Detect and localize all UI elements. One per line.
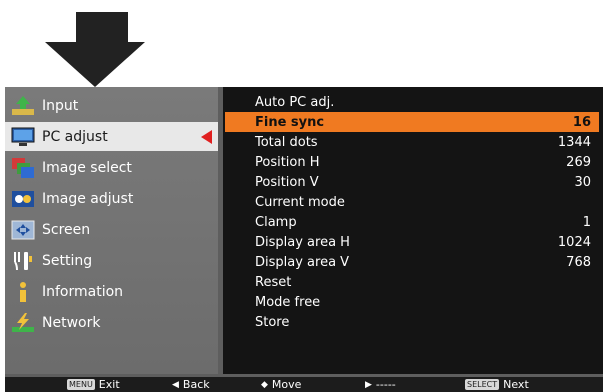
- setting-row-total-dots[interactable]: Total dots 1344: [225, 132, 599, 152]
- setting-label: Reset: [255, 274, 292, 290]
- menu-item-pc-adjust[interactable]: PC adjust: [5, 122, 218, 151]
- footer-move-label: Move: [271, 378, 302, 391]
- menu-item-image-adjust[interactable]: Image adjust: [5, 184, 218, 213]
- menu-item-label: Image select: [42, 159, 132, 176]
- down-arrow-icon: [45, 12, 145, 87]
- setting-value: 768: [566, 254, 591, 270]
- select-key-icon: SELECT: [465, 379, 500, 390]
- footer-exit-label: Exit: [98, 378, 120, 391]
- main-menu: Input PC adjust Image select Image adjus…: [5, 87, 218, 374]
- up-down-arrow-icon: ◆: [261, 379, 268, 390]
- setting-label: Display area H: [255, 234, 350, 250]
- footer-back-label: Back: [182, 378, 210, 391]
- setting-label: Position H: [255, 154, 320, 170]
- menu-item-image-select[interactable]: Image select: [5, 153, 218, 182]
- right-arrow-icon: ▶: [365, 379, 372, 390]
- setting-value: 30: [574, 174, 591, 190]
- menu-item-screen[interactable]: Screen: [5, 215, 218, 244]
- pc-adjust-panel: Auto PC adj. Fine sync 16 Total dots 134…: [223, 87, 603, 374]
- setting-row-store[interactable]: Store: [225, 312, 599, 332]
- menu-item-label: PC adjust: [42, 128, 108, 145]
- setting-value: 16: [572, 114, 591, 130]
- footer-right-label: -----: [375, 378, 396, 391]
- footer-back-hint: ◀ Back: [172, 378, 210, 391]
- menu-item-label: Screen: [42, 221, 91, 238]
- menu-item-label: Input: [42, 97, 79, 114]
- setting-row-display-area-h[interactable]: Display area H 1024: [225, 232, 599, 252]
- footer-exit-hint: MENU Exit: [67, 378, 120, 391]
- menu-item-setting[interactable]: Setting: [5, 246, 218, 275]
- setting-value: 1024: [557, 234, 591, 250]
- setting-label: Auto PC adj.: [255, 94, 335, 110]
- menu-item-network[interactable]: Network: [5, 308, 218, 337]
- footer-right-hint: ▶ -----: [365, 378, 396, 391]
- footer-next-hint: SELECT Next: [465, 378, 529, 391]
- menu-item-label: Network: [42, 314, 101, 331]
- footer-hint-bar: MENU Exit ◀ Back ◆ Move ▶ ----- SELECT N…: [5, 377, 603, 392]
- setting-label: Fine sync: [255, 114, 325, 130]
- network-icon: [10, 311, 36, 335]
- menu-item-information[interactable]: Information: [5, 277, 218, 306]
- input-icon: [10, 94, 36, 118]
- setting-row-mode-free[interactable]: Mode free: [225, 292, 599, 312]
- selection-pointer-icon: [201, 130, 212, 144]
- left-arrow-icon: ◀: [172, 379, 179, 390]
- setting-row-fine-sync[interactable]: Fine sync 16: [225, 112, 599, 132]
- setting-row-current-mode[interactable]: Current mode: [225, 192, 599, 212]
- setting-row-reset[interactable]: Reset: [225, 272, 599, 292]
- setting-row-auto-pc-adj[interactable]: Auto PC adj.: [225, 92, 599, 112]
- setting-row-position-v[interactable]: Position V 30: [225, 172, 599, 192]
- monitor-icon: [10, 125, 36, 149]
- osd-menu: Input PC adjust Image select Image adjus…: [5, 87, 603, 377]
- information-icon: [10, 280, 36, 304]
- setting-row-position-h[interactable]: Position H 269: [225, 152, 599, 172]
- setting-label: Store: [255, 314, 290, 330]
- image-adjust-icon: [10, 187, 36, 211]
- setting-label: Mode free: [255, 294, 321, 310]
- menu-item-label: Image adjust: [42, 190, 134, 207]
- setting-label: Clamp: [255, 214, 297, 230]
- setting-label: Display area V: [255, 254, 350, 270]
- menu-key-icon: MENU: [67, 379, 95, 390]
- menu-item-label: Information: [42, 283, 124, 300]
- setting-row-clamp[interactable]: Clamp 1: [225, 212, 599, 232]
- setting-row-display-area-v[interactable]: Display area V 768: [225, 252, 599, 272]
- setting-value: 269: [566, 154, 591, 170]
- setting-value: 1344: [557, 134, 591, 150]
- menu-item-input[interactable]: Input: [5, 91, 218, 120]
- image-select-icon: [10, 156, 36, 180]
- screen-icon: [10, 218, 36, 242]
- setting-label: Total dots: [255, 134, 318, 150]
- setting-label: Current mode: [255, 194, 345, 210]
- footer-move-hint: ◆ Move: [261, 378, 301, 391]
- setting-icon: [10, 249, 36, 273]
- setting-label: Position V: [255, 174, 319, 190]
- footer-next-label: Next: [503, 378, 529, 391]
- menu-item-label: Setting: [42, 252, 93, 269]
- setting-value: 1: [582, 214, 591, 230]
